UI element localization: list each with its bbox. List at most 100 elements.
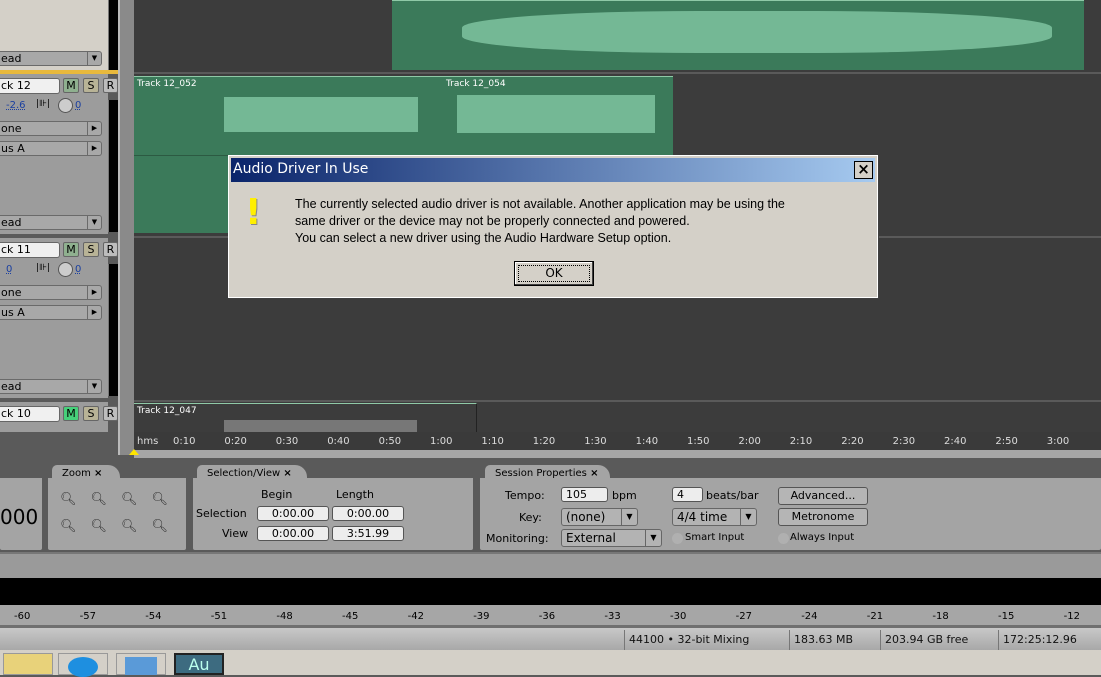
folder-icon[interactable] bbox=[3, 653, 53, 675]
splitter[interactable] bbox=[118, 0, 134, 455]
status-time-free: 172:25:12.96 free bbox=[998, 630, 1101, 666]
timeline-tick-label: 1:20 bbox=[532, 436, 556, 447]
chevron-down-icon: ▼ bbox=[87, 52, 101, 65]
clip-label: Track 12_054 bbox=[446, 79, 506, 89]
record-button[interactable]: R bbox=[103, 242, 118, 257]
automation-value: ead bbox=[1, 216, 22, 229]
level-meter bbox=[108, 100, 118, 232]
level-meter-tick-label: -33 bbox=[604, 611, 621, 622]
level-meter-tick-label: -30 bbox=[670, 611, 687, 622]
zoom-in-out-icons[interactable]: 🔍︎🔍︎🔍︎🔍︎ bbox=[60, 492, 182, 507]
pan-knob[interactable] bbox=[58, 98, 73, 113]
audio-clip[interactable]: Track 12_047 bbox=[134, 403, 477, 433]
smart-input-radio[interactable] bbox=[672, 533, 683, 544]
always-input-radio[interactable] bbox=[778, 533, 789, 544]
bpm-label: bpm bbox=[612, 489, 637, 502]
level-meter-tick-label: -21 bbox=[866, 611, 884, 622]
beats-per-bar-field[interactable]: 4 bbox=[672, 487, 703, 502]
automation-dropdown[interactable]: ead ▼ bbox=[0, 379, 102, 394]
key-select[interactable]: (none) ▼ bbox=[561, 508, 638, 526]
level-meter-tick-label: -39 bbox=[473, 611, 490, 622]
selection-begin-field[interactable]: 0:00.00 bbox=[257, 506, 329, 521]
automation-dropdown[interactable]: ead ▼ bbox=[0, 51, 102, 66]
automation-dropdown[interactable]: ead ▼ bbox=[0, 215, 102, 230]
output-value: us A bbox=[1, 306, 25, 319]
level-meter-tick-label: -48 bbox=[276, 611, 293, 622]
view-label: View bbox=[222, 527, 249, 540]
track-name-field[interactable]: ck 12 bbox=[0, 78, 60, 94]
chevron-down-icon: ▼ bbox=[740, 509, 756, 525]
view-begin-field[interactable]: 0:00.00 bbox=[257, 526, 329, 541]
level-meter-tick-label: -51 bbox=[210, 611, 228, 622]
zoom-selection-icons[interactable]: 🔍︎🔍︎🔍︎🔍︎ bbox=[60, 519, 182, 534]
dialog-titlebar[interactable]: Audio Driver In Use × bbox=[231, 158, 875, 182]
timeline-tick-label: 1:30 bbox=[584, 436, 607, 447]
pan-value[interactable]: 0 bbox=[75, 264, 81, 275]
timeline-tick-label: 0:10 bbox=[173, 436, 196, 447]
mute-button[interactable]: M bbox=[63, 78, 79, 93]
selection-label: Selection bbox=[196, 507, 247, 520]
begin-header: Begin bbox=[261, 488, 293, 501]
metronome-button[interactable]: Metronome bbox=[778, 508, 868, 526]
level-meter-tick-label: -57 bbox=[79, 611, 96, 622]
audio-driver-dialog: Audio Driver In Use × ! The currently se… bbox=[228, 155, 878, 298]
length-header: Length bbox=[336, 488, 374, 501]
level-meter-tick-label: -60 bbox=[14, 611, 31, 622]
timeline-tick-label: 1:10 bbox=[481, 436, 504, 447]
message-line: same driver or the device may not be pro… bbox=[295, 214, 690, 228]
input-value: one bbox=[1, 122, 22, 135]
audio-clip[interactable]: Track 12_054 bbox=[443, 76, 673, 155]
zoom-panel bbox=[48, 478, 186, 550]
ok-button[interactable]: OK bbox=[514, 261, 594, 286]
timeline-tick-label: 2:00 bbox=[738, 436, 761, 447]
always-input-label: Always Input bbox=[790, 532, 855, 543]
audition-icon[interactable]: Au bbox=[174, 653, 224, 675]
timeline-tick-label: 0:40 bbox=[327, 436, 350, 447]
timeline-tick-label: 1:40 bbox=[635, 436, 659, 447]
record-button[interactable]: R bbox=[103, 78, 118, 93]
view-length-field[interactable]: 3:51.99 bbox=[332, 526, 404, 541]
skype-icon[interactable] bbox=[58, 653, 108, 677]
track-name-field[interactable]: ck 10 bbox=[0, 406, 60, 422]
output-dropdown[interactable]: us A ▶ bbox=[0, 305, 102, 320]
timeline-unit: hms bbox=[137, 436, 159, 447]
control-panel-icon[interactable] bbox=[116, 653, 166, 675]
level-meter-tick-label: -24 bbox=[801, 611, 818, 622]
pan-value[interactable]: 0 bbox=[75, 100, 81, 111]
level-meter-tick-label: -27 bbox=[735, 611, 752, 622]
separator bbox=[0, 552, 1101, 578]
tempo-field[interactable]: 105 bbox=[561, 487, 608, 502]
pan-icon: |⊪| bbox=[36, 263, 50, 273]
monitoring-select[interactable]: External ▼ bbox=[561, 529, 662, 547]
input-dropdown[interactable]: one ▶ bbox=[0, 285, 102, 300]
timeline-tick-label: 1:50 bbox=[687, 436, 710, 447]
timeline-tick-label: 3:00 bbox=[1046, 436, 1070, 447]
solo-button[interactable]: S bbox=[83, 242, 99, 257]
message-line: You can select a new driver using the Au… bbox=[295, 231, 672, 245]
solo-button[interactable]: S bbox=[83, 406, 99, 421]
volume-value[interactable]: 0 bbox=[6, 264, 12, 275]
selection-length-field[interactable]: 0:00.00 bbox=[332, 506, 404, 521]
audio-clip[interactable]: Track 12_052 bbox=[134, 76, 443, 155]
time-signature-select[interactable]: 4/4 time ▼ bbox=[672, 508, 757, 526]
level-meter-tick-label: -12 bbox=[1063, 611, 1080, 622]
close-icon[interactable]: × bbox=[854, 161, 873, 179]
timeline-tick-label: 0:30 bbox=[275, 436, 299, 447]
output-dropdown[interactable]: us A ▶ bbox=[0, 141, 102, 156]
volume-value[interactable]: -2.6 bbox=[6, 100, 26, 111]
horizontal-scrollbar[interactable] bbox=[134, 450, 1101, 458]
mute-button[interactable]: M bbox=[63, 242, 79, 257]
advanced-button[interactable]: Advanced... bbox=[778, 487, 868, 505]
input-dropdown[interactable]: one ▶ bbox=[0, 121, 102, 136]
monitoring-value: External bbox=[566, 531, 616, 545]
playhead-marker-icon[interactable] bbox=[129, 449, 139, 455]
track-name-field[interactable]: ck 11 bbox=[0, 242, 60, 258]
audio-clip[interactable] bbox=[392, 0, 1084, 70]
automation-value: ead bbox=[1, 52, 22, 65]
mute-button[interactable]: M bbox=[63, 406, 79, 421]
output-value: us A bbox=[1, 142, 25, 155]
level-meter bbox=[108, 264, 118, 396]
solo-button[interactable]: S bbox=[83, 78, 99, 93]
record-button[interactable]: R bbox=[103, 406, 118, 421]
pan-knob[interactable] bbox=[58, 262, 73, 277]
